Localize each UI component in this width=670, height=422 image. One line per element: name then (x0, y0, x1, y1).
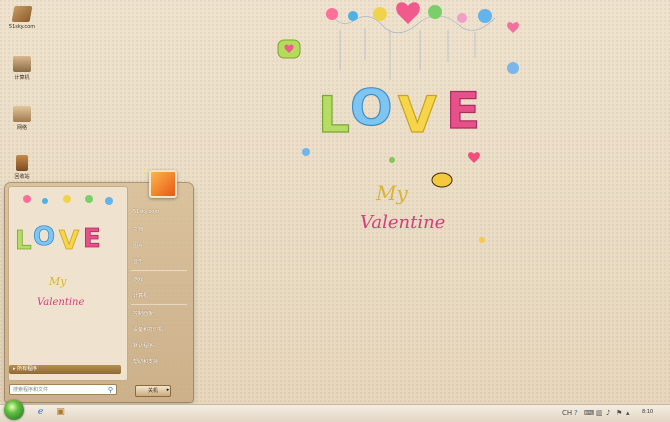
search-icon: ⚲ (107, 386, 113, 394)
hanging-strings (329, 11, 496, 80)
bee-shape (431, 172, 453, 188)
ie-icon[interactable]: ℯ (35, 407, 46, 418)
taskbar-clock[interactable]: 8:10 (642, 409, 653, 416)
menu-letter-e: E (83, 224, 101, 254)
desktop-icon-label: 51sky.com (8, 24, 36, 30)
computer-icon (13, 56, 31, 72)
start-menu-right-pane: 51sky.com 文档 图片 音乐 游戏 计算机 控制面板 设备和打印机 默认… (129, 186, 191, 379)
desktop-icon-label: 网络 (16, 125, 27, 131)
menu-separator (131, 304, 187, 305)
menu-letter-o: O (33, 222, 55, 252)
search-input[interactable]: 搜索程序和文件 ⚲ (9, 384, 117, 395)
network-icon (13, 106, 31, 122)
menu-item-documents[interactable]: 文档 (133, 226, 143, 233)
menu-item-51sky[interactable]: 51sky.com (133, 209, 159, 215)
menu-item-control-panel[interactable]: 控制面板 (133, 310, 153, 317)
folder-icon (11, 6, 33, 22)
menu-item-music[interactable]: 音乐 (133, 258, 143, 265)
desktop-icon-recycle-bin[interactable]: 回收站 (5, 155, 39, 180)
input-language-indicator[interactable]: CH (562, 409, 572, 418)
desktop-icon-label: 回收站 (14, 174, 30, 180)
heart-shape (507, 22, 519, 33)
all-programs-button[interactable]: ▸ 所有程序 (9, 365, 121, 374)
show-hidden-icons-icon[interactable]: ▴ (626, 409, 630, 418)
menu-valentine-text: Valentine (37, 297, 84, 308)
menu-separator (131, 270, 187, 271)
love-letters: L O V E (317, 78, 480, 144)
start-menu-artwork: L O V E My Valentine (15, 195, 113, 308)
letter-o: O (350, 79, 393, 137)
wallpaper-artwork: L O V E My Valentine (277, 2, 519, 243)
search-placeholder: 搜索程序和文件 (13, 387, 49, 393)
volume-icon[interactable]: ♪ (606, 409, 610, 418)
heart-shape (396, 2, 420, 24)
menu-letter-l: L (15, 226, 32, 256)
shutdown-options-icon[interactable]: ▸ (163, 385, 173, 395)
recycle-bin-icon (16, 155, 28, 171)
start-menu-left-pane: L O V E My Valentine (8, 186, 128, 381)
user-avatar[interactable] (149, 170, 177, 198)
my-text: My (375, 181, 408, 205)
menu-item-devices-printers[interactable]: 设备和打印机 (133, 326, 163, 333)
letter-l: L (318, 86, 350, 144)
desktop-icon-label: 计算机 (14, 75, 30, 81)
heart-shape (468, 152, 480, 163)
desktop-icon-network[interactable]: 网络 (5, 106, 39, 131)
menu-item-computer[interactable]: 计算机 (133, 292, 148, 299)
help-icon[interactable]: ? (574, 409, 578, 418)
letter-v: V (398, 86, 437, 144)
start-button[interactable] (4, 400, 24, 420)
menu-item-games[interactable]: 游戏 (133, 276, 143, 283)
menu-item-help-support[interactable]: 帮助和支持 (133, 358, 158, 365)
menu-my-text: My (48, 275, 67, 288)
menu-item-default-programs[interactable]: 默认程序 (133, 342, 153, 349)
letter-e: E (446, 82, 480, 140)
network-tray-icon[interactable]: ▥ (596, 409, 603, 418)
all-programs-label: 所有程序 (17, 366, 38, 372)
explorer-icon[interactable]: ▣ (55, 407, 66, 418)
menu-letter-v: V (59, 226, 79, 256)
desktop-icon-51sky[interactable]: 51sky.com (5, 6, 39, 30)
desktop-icon-computer[interactable]: 计算机 (5, 56, 39, 81)
keyboard-icon[interactable]: ⌨ (584, 409, 594, 418)
valentine-text: Valentine (360, 212, 445, 233)
start-menu: L O V E My Valentine ▸ 所有程序 搜索程序和文件 ⚲ 51… (5, 170, 193, 402)
menu-item-pictures[interactable]: 图片 (133, 242, 143, 249)
flag-icon[interactable]: ⚑ (616, 409, 622, 418)
